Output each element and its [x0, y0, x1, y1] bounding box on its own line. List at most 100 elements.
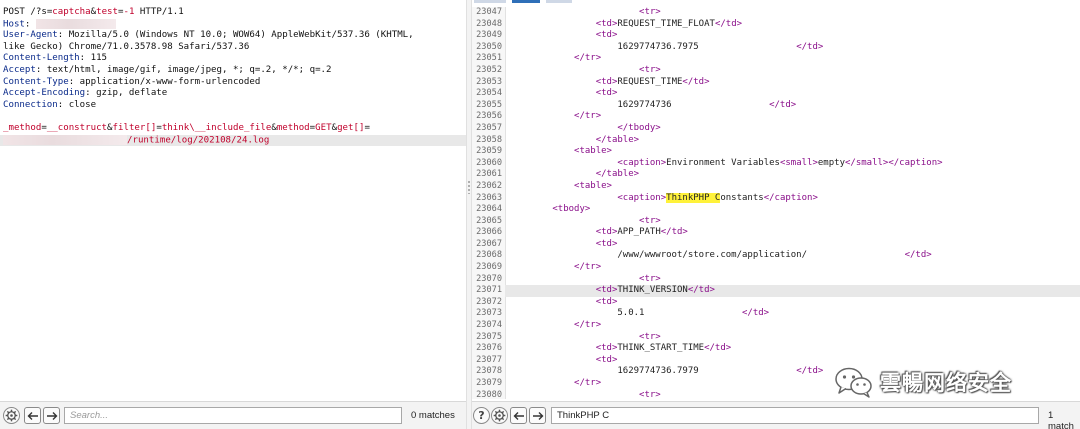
code-line: /www/wwwroot/store.com/application/ </td… — [505, 250, 1080, 262]
search-highlight: ThinkPHP C — [666, 192, 721, 203]
match-count: 1 match — [1048, 410, 1074, 429]
request-protocol: HTTP/1.1 — [134, 7, 184, 17]
line-number: 23079 — [476, 378, 502, 388]
arrow-left-icon[interactable] — [24, 407, 41, 424]
code-text: 5.0.1 — [617, 308, 742, 319]
header-value: like Gecko) Chrome/71.0.3578.98 Safari/5… — [3, 41, 250, 52]
line-number: 23050 — [476, 41, 502, 52]
line-number: 23047 — [476, 7, 502, 17]
body-equals: = — [364, 122, 370, 133]
html-tag: <tr> — [639, 64, 661, 75]
code-text: REQUEST_TIME — [617, 76, 683, 87]
code-line: </tr> — [505, 320, 1080, 332]
header-name: Accept-Encoding — [3, 88, 86, 99]
html-tag: <caption> — [617, 157, 667, 168]
tab-raw[interactable] — [512, 0, 540, 3]
line-number: 23060 — [476, 157, 502, 168]
html-tag: </td> — [682, 76, 710, 87]
arrow-right-icon[interactable] — [43, 407, 60, 424]
request-editor[interactable]: POST /?s=captcha&test=-1 HTTP/1.1 Host: … — [0, 7, 466, 397]
code-line: </table> — [505, 135, 1080, 147]
header-line: Accept-Encoding: gzip, deflate — [3, 88, 168, 99]
html-tag: <td> — [595, 30, 618, 41]
header-name: Content-Length — [3, 53, 80, 64]
request-headers: Host: User-Agent: Mozilla/5.0 (Windows N… — [0, 18, 466, 112]
line-number-gutter: 23047 23048 23049 23050 23051 23052 23053 23054… — [472, 7, 506, 400]
html-tag: </td> — [687, 285, 715, 296]
help-icon[interactable]: ? — [473, 407, 490, 424]
html-tag: <td> — [595, 343, 618, 354]
code-line: </tr> — [505, 262, 1080, 274]
arrow-right-icon[interactable] — [529, 407, 546, 424]
html-tag: <td> — [595, 296, 618, 307]
line-number: 23071 — [476, 285, 502, 296]
query-param-value: -1 — [123, 7, 135, 17]
arrow-left-icon[interactable] — [510, 407, 527, 424]
html-tag: </td> — [796, 366, 824, 377]
request-line: POST /?s=captcha&test=-1 HTTP/1.1 — [0, 7, 466, 19]
gear-icon[interactable] — [3, 407, 20, 424]
header-value: close — [68, 99, 97, 110]
watermark-text: 雲暢网络安全 — [880, 371, 1012, 395]
header-line: Accept: text/html, image/gif, image/jpeg… — [3, 64, 332, 75]
watermark: 雲暢网络安全 — [834, 364, 1012, 400]
body-param-name: filter[] — [112, 122, 157, 133]
html-tag: </tr> — [574, 111, 602, 122]
code-text: onstants — [720, 192, 764, 203]
request-pane: POST /?s=captcha&test=-1 HTTP/1.1 Host: … — [0, 0, 466, 429]
html-tag: <tr> — [639, 389, 661, 400]
response-editor[interactable]: <tr> <td>REQUEST_TIME_FLOAT</td> <td> 16… — [505, 7, 1080, 400]
line-number: 23078 — [476, 366, 502, 377]
gear-icon[interactable] — [491, 407, 508, 424]
html-tag: </caption> — [888, 157, 943, 168]
line-number: 23063 — [476, 192, 502, 203]
html-tag: <tr> — [639, 273, 661, 284]
html-tag: <td> — [595, 88, 618, 99]
header-line: Connection: close — [3, 99, 97, 110]
code-line: <tr> — [505, 65, 1080, 77]
code-text: /www/wwwroot/store.com/application/ — [617, 250, 905, 261]
header-name: User-Agent — [3, 30, 58, 41]
html-tag: </tr> — [574, 320, 602, 331]
request-path: /?s= — [30, 7, 53, 17]
html-tag: </td> — [769, 99, 797, 110]
code-text: 1629774736.7979 — [617, 366, 797, 377]
line-number: 23065 — [476, 215, 502, 226]
tab-pretty[interactable] — [474, 0, 506, 3]
code-text: THINK_START_TIME — [617, 343, 705, 354]
tab-hex[interactable] — [546, 0, 572, 3]
line-number: 23077 — [476, 354, 502, 365]
line-number: 23061 — [476, 169, 502, 180]
html-tag: </td> — [742, 308, 770, 319]
header-name: Host — [3, 19, 25, 30]
header-name: Accept — [3, 64, 36, 75]
request-search-bar: 0 matches — [0, 401, 466, 429]
body-param-value: __construct — [46, 122, 108, 133]
code-line: <td> — [505, 88, 1080, 100]
search-input[interactable] — [551, 407, 1039, 424]
html-tag: </td> — [904, 250, 932, 261]
line-number: 23073 — [476, 308, 502, 319]
search-input[interactable] — [64, 407, 402, 424]
code-line: <tr> — [505, 216, 1080, 228]
header-line: User-Agent: Mozilla/5.0 (Windows NT 10.0… — [3, 30, 414, 41]
redacted-host — [35, 18, 116, 29]
code-line: <caption>Environment Variables<small>emp… — [505, 158, 1080, 170]
line-number: 23057 — [476, 122, 502, 133]
splitter-grip[interactable] — [468, 180, 470, 194]
